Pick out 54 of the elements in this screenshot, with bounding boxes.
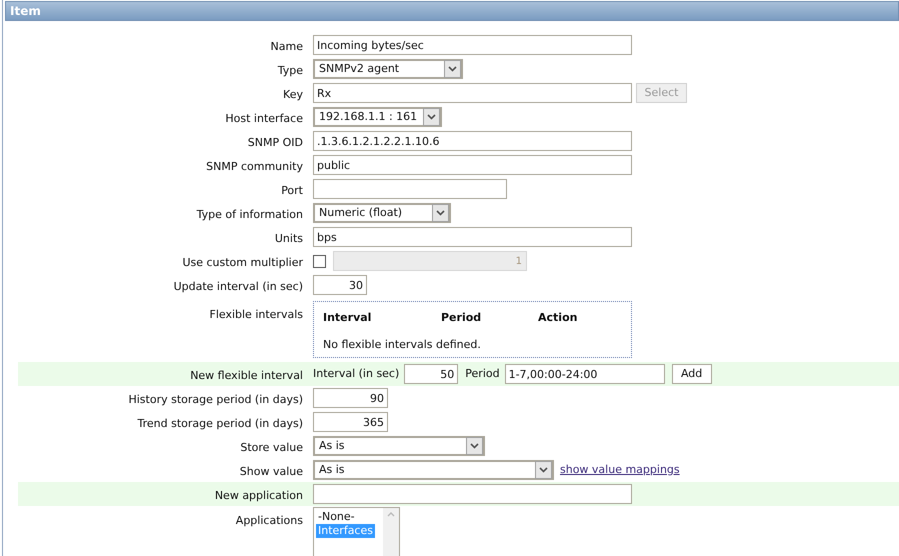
text-field[interactable]: Incoming bytes/sec xyxy=(313,35,632,55)
dropdown[interactable]: 192.168.1.1 : 161 xyxy=(313,107,442,127)
scroll-up-icon[interactable] xyxy=(387,512,395,517)
field-label: Type xyxy=(278,64,303,77)
field-label: Trend storage period (in days) xyxy=(138,417,303,430)
column-header: Interval xyxy=(323,310,372,326)
scrollbar[interactable] xyxy=(383,508,399,556)
caret-icon xyxy=(423,108,440,126)
column-header: Period xyxy=(441,310,482,326)
dropdown[interactable]: Numeric (float) xyxy=(313,203,451,223)
field-label: New flexible interval xyxy=(190,369,303,382)
field-label: Type of information xyxy=(196,208,303,221)
interval-label: Interval (in sec) xyxy=(313,366,400,382)
text-field[interactable]: Rx xyxy=(313,83,632,103)
text-field[interactable] xyxy=(313,179,507,199)
caret-icon xyxy=(444,60,461,78)
field-label: Use custom multiplier xyxy=(182,256,303,269)
field-label: Update interval (in sec) xyxy=(174,280,303,293)
caret-icon xyxy=(535,461,552,479)
field-label: Applications xyxy=(236,514,303,527)
panel-title: Item xyxy=(10,3,41,20)
text-field[interactable] xyxy=(313,484,632,504)
text-field[interactable]: 90 xyxy=(313,388,388,408)
field-label: Units xyxy=(274,232,303,245)
caret-icon xyxy=(432,204,449,222)
value-mappings-link[interactable]: show value mappings xyxy=(560,462,680,478)
field-label: Port xyxy=(281,184,303,197)
field-label: Show value xyxy=(240,465,303,478)
column-header: Action xyxy=(538,310,578,326)
list-option[interactable]: -None- xyxy=(316,510,357,524)
field-label: Flexible intervals xyxy=(210,308,303,321)
text-field[interactable]: 365 xyxy=(313,412,388,432)
period-label: Period xyxy=(465,366,500,382)
text-field[interactable]: bps xyxy=(313,227,632,247)
dropdown[interactable]: As is xyxy=(313,436,485,456)
dropdown[interactable]: As is xyxy=(313,460,554,480)
field-label: New application xyxy=(214,489,303,502)
add-button[interactable]: Add xyxy=(672,364,712,384)
field-label: Name xyxy=(270,40,303,53)
text-field[interactable]: 30 xyxy=(313,275,367,295)
applications-listbox[interactable]: -None- Interfaces xyxy=(313,507,400,556)
field-label: History storage period (in days) xyxy=(128,393,303,406)
caret-icon xyxy=(466,437,483,455)
dropdown[interactable]: SNMPv2 agent xyxy=(313,59,463,79)
field-label: Host interface xyxy=(225,112,303,125)
field-label: SNMP OID xyxy=(248,136,303,149)
field-label: SNMP community xyxy=(206,160,303,173)
text-field[interactable]: .1.3.6.1.2.1.2.2.1.10.6 xyxy=(313,131,632,151)
field-label: Store value xyxy=(240,441,303,454)
empty-message: No flexible intervals defined. xyxy=(323,336,482,352)
field-label: Key xyxy=(283,88,303,101)
period-field[interactable]: 1-7,00:00-24:00 xyxy=(504,364,665,384)
text-field[interactable]: public xyxy=(313,155,632,175)
interval-field[interactable]: 50 xyxy=(404,364,458,384)
